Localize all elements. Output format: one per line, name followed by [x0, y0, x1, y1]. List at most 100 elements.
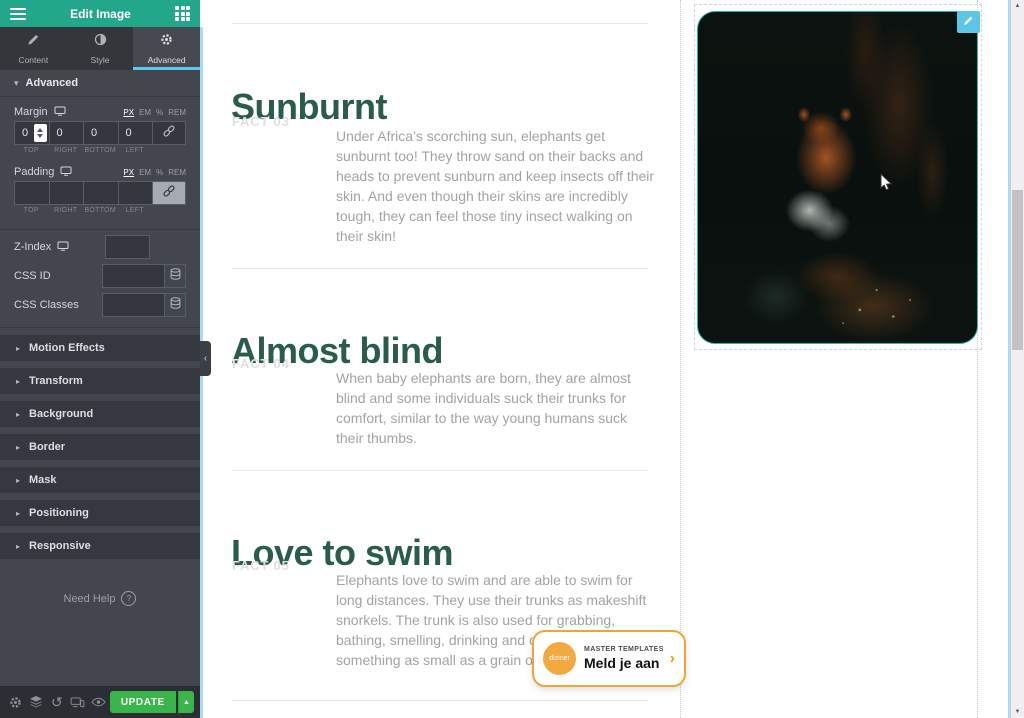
dynamic-tags-button[interactable] [164, 293, 186, 317]
padding-top-input[interactable] [15, 182, 49, 204]
panel-footer: ↺ UPDATE ▲ [0, 686, 200, 718]
section-background[interactable]: ▸ Background [0, 401, 200, 427]
chevron-right-icon: ▸ [16, 476, 20, 485]
margin-right-cell [50, 122, 84, 144]
margin-bottom-input[interactable] [84, 122, 118, 144]
panel-tabs: Content Style Advanced [0, 27, 200, 70]
dynamic-tags-button[interactable] [164, 264, 186, 288]
section-transform[interactable]: ▸ Transform [0, 368, 200, 394]
responsive-monitor-icon[interactable] [54, 106, 66, 119]
settings-gear-icon[interactable] [6, 691, 25, 713]
section-mask[interactable]: ▸ Mask [0, 467, 200, 493]
padding-bottom-input[interactable] [84, 182, 118, 204]
chain-link-icon [162, 184, 176, 203]
text-widget[interactable]: Under Africa’s scorching sun, elephants … [336, 126, 696, 246]
need-help-link[interactable]: Need Help ? [0, 591, 200, 606]
pencil-icon [963, 13, 974, 31]
section-motion-effects[interactable]: ▸ Motion Effects [0, 335, 200, 361]
gear-icon [160, 33, 173, 51]
padding-label: Padding [14, 166, 54, 178]
tab-advanced[interactable]: Advanced [133, 27, 200, 70]
tab-style[interactable]: Style [67, 27, 134, 70]
brand-logo: diziner [543, 642, 576, 675]
unit-px[interactable]: PX [123, 108, 134, 117]
chevron-right-icon[interactable]: › [670, 651, 675, 667]
update-options-caret[interactable]: ▲ [178, 691, 194, 713]
margin-left-input[interactable] [119, 122, 153, 144]
padding-unit-switcher: PX EM % REM [123, 168, 186, 177]
unit-em[interactable]: EM [139, 108, 151, 117]
unit-rem[interactable]: REM [168, 108, 186, 117]
section-responsive[interactable]: ▸ Responsive [0, 533, 200, 559]
unit-percent[interactable]: % [156, 168, 163, 177]
chevron-right-icon: ▸ [16, 443, 20, 452]
responsive-monitor-icon[interactable] [57, 241, 69, 254]
margin-bottom-cell [84, 122, 118, 144]
update-button[interactable]: UPDATE [110, 691, 176, 713]
chevron-right-icon: ▸ [16, 377, 20, 386]
css-id-input[interactable] [102, 264, 164, 288]
text-widget[interactable]: When baby elephants are born, they are a… [336, 368, 696, 448]
panel-title: Edit Image [26, 7, 175, 21]
unit-px[interactable]: PX [123, 168, 134, 177]
margin-link-values-button[interactable] [153, 122, 185, 144]
responsive-monitor-icon[interactable] [60, 166, 72, 179]
section-border[interactable]: ▸ Border [0, 434, 200, 460]
pencil-icon [27, 33, 40, 51]
chevron-right-icon: ▸ [16, 542, 20, 551]
history-icon[interactable]: ↺ [48, 691, 67, 713]
signup-promo-popup[interactable]: diziner MASTER TEMPLATES Meld je aan › [532, 630, 686, 687]
scrollbar-track[interactable] [1011, 0, 1024, 718]
unit-rem[interactable]: REM [168, 168, 186, 177]
database-icon [170, 296, 181, 314]
scrollbar-up-arrow[interactable]: ▲ [1011, 0, 1024, 12]
tab-content[interactable]: Content [0, 27, 67, 70]
z-index-input[interactable] [105, 235, 150, 259]
advanced-controls: Margin PX EM % REM [0, 97, 200, 328]
advanced-accordion-header[interactable]: ▾ Advanced [0, 70, 200, 97]
unit-percent[interactable]: % [156, 108, 163, 117]
widgets-grid-icon[interactable] [175, 6, 190, 21]
edit-image-button[interactable] [957, 11, 980, 33]
responsive-devices-icon[interactable] [68, 691, 87, 713]
padding-left-input[interactable] [119, 182, 153, 204]
settings-panel: Edit Image Content Style [0, 0, 200, 718]
panel-header: Edit Image [0, 0, 200, 27]
question-circle-icon: ? [121, 591, 136, 606]
scrollbar-down-arrow[interactable]: ▼ [1011, 706, 1024, 718]
hamburger-menu-icon[interactable] [10, 5, 26, 23]
chevron-down-icon: ▾ [14, 78, 19, 89]
fact-label[interactable]: FACT 03 [232, 114, 290, 129]
panel-collapse-handle[interactable]: ‹ [200, 341, 211, 376]
preview-eye-icon[interactable] [89, 691, 108, 713]
number-stepper[interactable] [34, 124, 47, 142]
content-divider [232, 470, 648, 471]
leopard-image-widget[interactable] [697, 11, 978, 344]
unit-em[interactable]: EM [139, 168, 151, 177]
scrollbar-thumb[interactable] [1012, 190, 1023, 350]
padding-link-values-button[interactable] [153, 182, 185, 204]
padding-right-input[interactable] [50, 182, 84, 204]
css-classes-input[interactable] [102, 293, 164, 317]
panel-body: ▾ Advanced Margin PX EM % REM [0, 70, 200, 686]
css-id-row: CSS ID [14, 264, 186, 288]
chain-link-icon [162, 124, 176, 143]
fact-label[interactable]: FACT 04 [232, 356, 290, 371]
section-positioning[interactable]: ▸ Positioning [0, 500, 200, 526]
fact-label[interactable]: FACT 05 [232, 558, 290, 573]
content-divider [232, 23, 648, 24]
divider [0, 229, 200, 230]
content-divider [232, 700, 648, 701]
chevron-right-icon: ▸ [16, 344, 20, 353]
padding-inputs [14, 181, 186, 205]
promo-title: Meld je aan [584, 655, 664, 671]
chevron-right-icon: ▸ [16, 509, 20, 518]
content-divider [232, 268, 648, 269]
preview-canvas: Sunburnt FACT 03 Under Africa’s scorchin… [203, 0, 1008, 718]
css-classes-row: CSS Classes [14, 293, 186, 317]
margin-right-input[interactable] [50, 122, 84, 144]
margin-top-cell [15, 122, 49, 144]
padding-dim-labels: TOP RIGHT BOTTOM LEFT [14, 207, 186, 219]
navigator-layers-icon[interactable] [27, 691, 46, 713]
margin-left-cell [119, 122, 153, 144]
